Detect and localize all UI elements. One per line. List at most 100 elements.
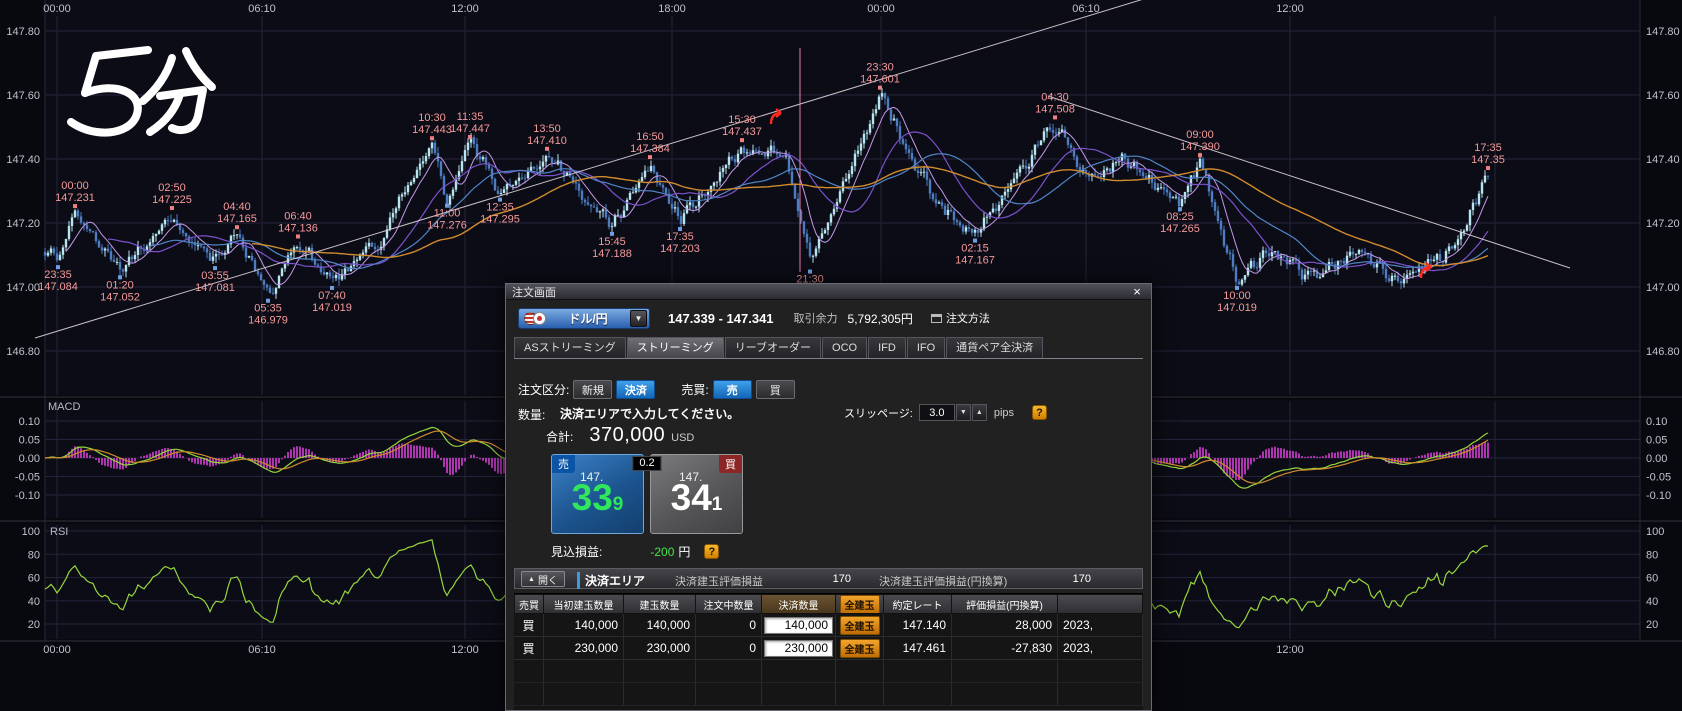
- svg-text:08:25: 08:25: [1166, 211, 1194, 223]
- spread-value: 0.2: [632, 456, 661, 471]
- svg-text:147.40: 147.40: [6, 154, 40, 166]
- svg-text:80: 80: [28, 549, 40, 561]
- currency-pair-select[interactable]: ドル/円 ▼: [518, 308, 650, 329]
- svg-text:23:30: 23:30: [866, 62, 894, 74]
- svg-text:100: 100: [1646, 526, 1664, 538]
- all-positions-badge[interactable]: 全建玉: [840, 616, 880, 635]
- svg-text:-0.10: -0.10: [1646, 490, 1671, 502]
- tab-leave-order[interactable]: リーブオーダー: [725, 337, 821, 358]
- svg-text:80: 80: [1646, 549, 1658, 561]
- chevron-up-icon[interactable]: ▲: [972, 404, 987, 421]
- order-window-titlebar[interactable]: 注文画面 ×: [506, 284, 1151, 300]
- open-close-area-button[interactable]: ▲ 開く: [521, 571, 565, 587]
- svg-text:15:45: 15:45: [598, 236, 626, 248]
- svg-text:147.384: 147.384: [630, 143, 670, 155]
- buy-price-big: 34: [671, 477, 712, 518]
- svg-text:0.10: 0.10: [19, 416, 40, 428]
- svg-text:147.447: 147.447: [450, 123, 490, 135]
- buy-price-button[interactable]: 買 147. 341: [650, 454, 743, 534]
- sell-price-button[interactable]: 売 147. 339: [551, 454, 644, 534]
- svg-text:60: 60: [1646, 573, 1658, 585]
- order-type-close-button[interactable]: 決済: [616, 380, 655, 399]
- order-window-title: 注文画面: [512, 284, 556, 300]
- svg-text:15:30: 15:30: [728, 114, 756, 126]
- col-pending-qty[interactable]: 注文中数量: [696, 594, 762, 614]
- slippage-input[interactable]: 3.0: [919, 404, 955, 421]
- svg-text:17:35: 17:35: [1474, 142, 1502, 154]
- svg-text:147.508: 147.508: [1035, 103, 1075, 115]
- svg-text:40: 40: [28, 596, 40, 608]
- close-area-bar: ▲ 開く 決済エリア 決済建玉評価損益 170 決済建玉評価損益(円換算) 17…: [514, 568, 1143, 589]
- tab-close-all-pair[interactable]: 通貨ペア全決済: [946, 337, 1043, 358]
- order-type-row: 注文区分: 新規 決済 売買: 売 買: [518, 380, 795, 399]
- quantity-hint: 決済エリアで入力してください。: [560, 405, 739, 422]
- tab-as-streaming[interactable]: ASストリーミング: [514, 337, 626, 358]
- svg-text:13:50: 13:50: [533, 123, 561, 135]
- svg-text:10:00: 10:00: [1223, 290, 1251, 302]
- svg-text:00:00: 00:00: [43, 644, 71, 656]
- svg-text:20: 20: [1646, 619, 1658, 631]
- svg-text:0.05: 0.05: [1646, 435, 1667, 447]
- tab-ifo[interactable]: IFO: [907, 337, 945, 358]
- svg-text:100: 100: [22, 526, 40, 538]
- svg-text:05:35: 05:35: [254, 303, 282, 315]
- help-icon[interactable]: ?: [704, 544, 719, 559]
- svg-text:146.979: 146.979: [248, 315, 288, 327]
- tab-streaming[interactable]: ストリーミング: [627, 337, 724, 358]
- close-qty-input[interactable]: 140,000: [764, 617, 833, 634]
- cell-close-qty: 140,000: [762, 614, 836, 637]
- cell-close-qty: 230,000: [762, 637, 836, 660]
- svg-text:147.052: 147.052: [100, 291, 140, 303]
- svg-text:147.276: 147.276: [427, 220, 467, 232]
- svg-text:147.80: 147.80: [1646, 26, 1680, 38]
- col-initial-qty[interactable]: 当初建玉数量: [544, 594, 624, 614]
- col-close-qty[interactable]: 決済数量: [762, 594, 836, 614]
- col-rate[interactable]: 約定レート: [884, 594, 952, 614]
- tab-ifd[interactable]: IFD: [868, 337, 906, 358]
- svg-text:147.601: 147.601: [860, 74, 900, 86]
- order-method-link[interactable]: 注文方法: [931, 310, 990, 326]
- tab-oco[interactable]: OCO: [822, 337, 867, 358]
- side-sell-button[interactable]: 売: [713, 380, 752, 399]
- col-valuation-pl[interactable]: 評価損益(円換算): [952, 594, 1058, 614]
- buy-tag: 買: [719, 455, 742, 473]
- cell-position-qty: 140,000: [624, 614, 696, 637]
- order-type-new-button[interactable]: 新規: [573, 380, 612, 399]
- close-icon[interactable]: ×: [1129, 285, 1145, 298]
- cell-position-qty: 230,000: [624, 637, 696, 660]
- sell-price: 339: [552, 479, 643, 516]
- chevron-down-icon[interactable]: ▼: [956, 404, 971, 421]
- svg-text:147.265: 147.265: [1160, 223, 1200, 235]
- svg-text:0.00: 0.00: [19, 453, 40, 465]
- col-side[interactable]: 売買: [514, 594, 544, 614]
- svg-text:20: 20: [28, 619, 40, 631]
- svg-text:146.80: 146.80: [1646, 346, 1680, 358]
- buy-price-pip: 1: [712, 494, 723, 515]
- col-position-qty[interactable]: 建玉数量: [624, 594, 696, 614]
- bid-ask-quote: 147.339 - 147.341: [668, 311, 774, 326]
- svg-text:11:00: 11:00: [434, 208, 461, 220]
- cell-side: 買: [514, 614, 544, 637]
- all-positions-badge[interactable]: 全建玉: [840, 595, 880, 614]
- svg-text:147.225: 147.225: [152, 194, 192, 206]
- table-row[interactable]: 買 140,000 140,000 0 140,000 全建玉 147.140 …: [514, 614, 1143, 637]
- svg-text:147.081: 147.081: [195, 282, 235, 294]
- margin-label: 取引余力: [794, 310, 838, 326]
- close-qty-input[interactable]: 230,000: [764, 640, 833, 657]
- help-icon[interactable]: ?: [1032, 405, 1047, 420]
- side-buy-button[interactable]: 買: [756, 380, 795, 399]
- quantity-label: 数量:: [518, 406, 545, 423]
- close-pl-value: 170: [815, 573, 851, 585]
- close-pl-jpy-value: 170: [1055, 573, 1091, 585]
- all-positions-badge[interactable]: 全建玉: [840, 639, 880, 658]
- svg-text:12:00: 12:00: [1276, 644, 1304, 656]
- svg-text:10:30: 10:30: [418, 112, 446, 124]
- slippage-group: スリッページ: 3.0 ▼ ▲ pips ?: [844, 404, 1047, 421]
- total-row: 合計: 370,000 USD: [546, 424, 694, 447]
- svg-text:147.295: 147.295: [480, 214, 520, 226]
- svg-text:147.443: 147.443: [412, 124, 452, 136]
- svg-text:06:10: 06:10: [248, 644, 276, 656]
- chevron-down-icon[interactable]: ▼: [630, 310, 647, 327]
- slippage-label: スリッページ:: [844, 405, 913, 421]
- table-row[interactable]: 買 230,000 230,000 0 230,000 全建玉 147.461 …: [514, 637, 1143, 660]
